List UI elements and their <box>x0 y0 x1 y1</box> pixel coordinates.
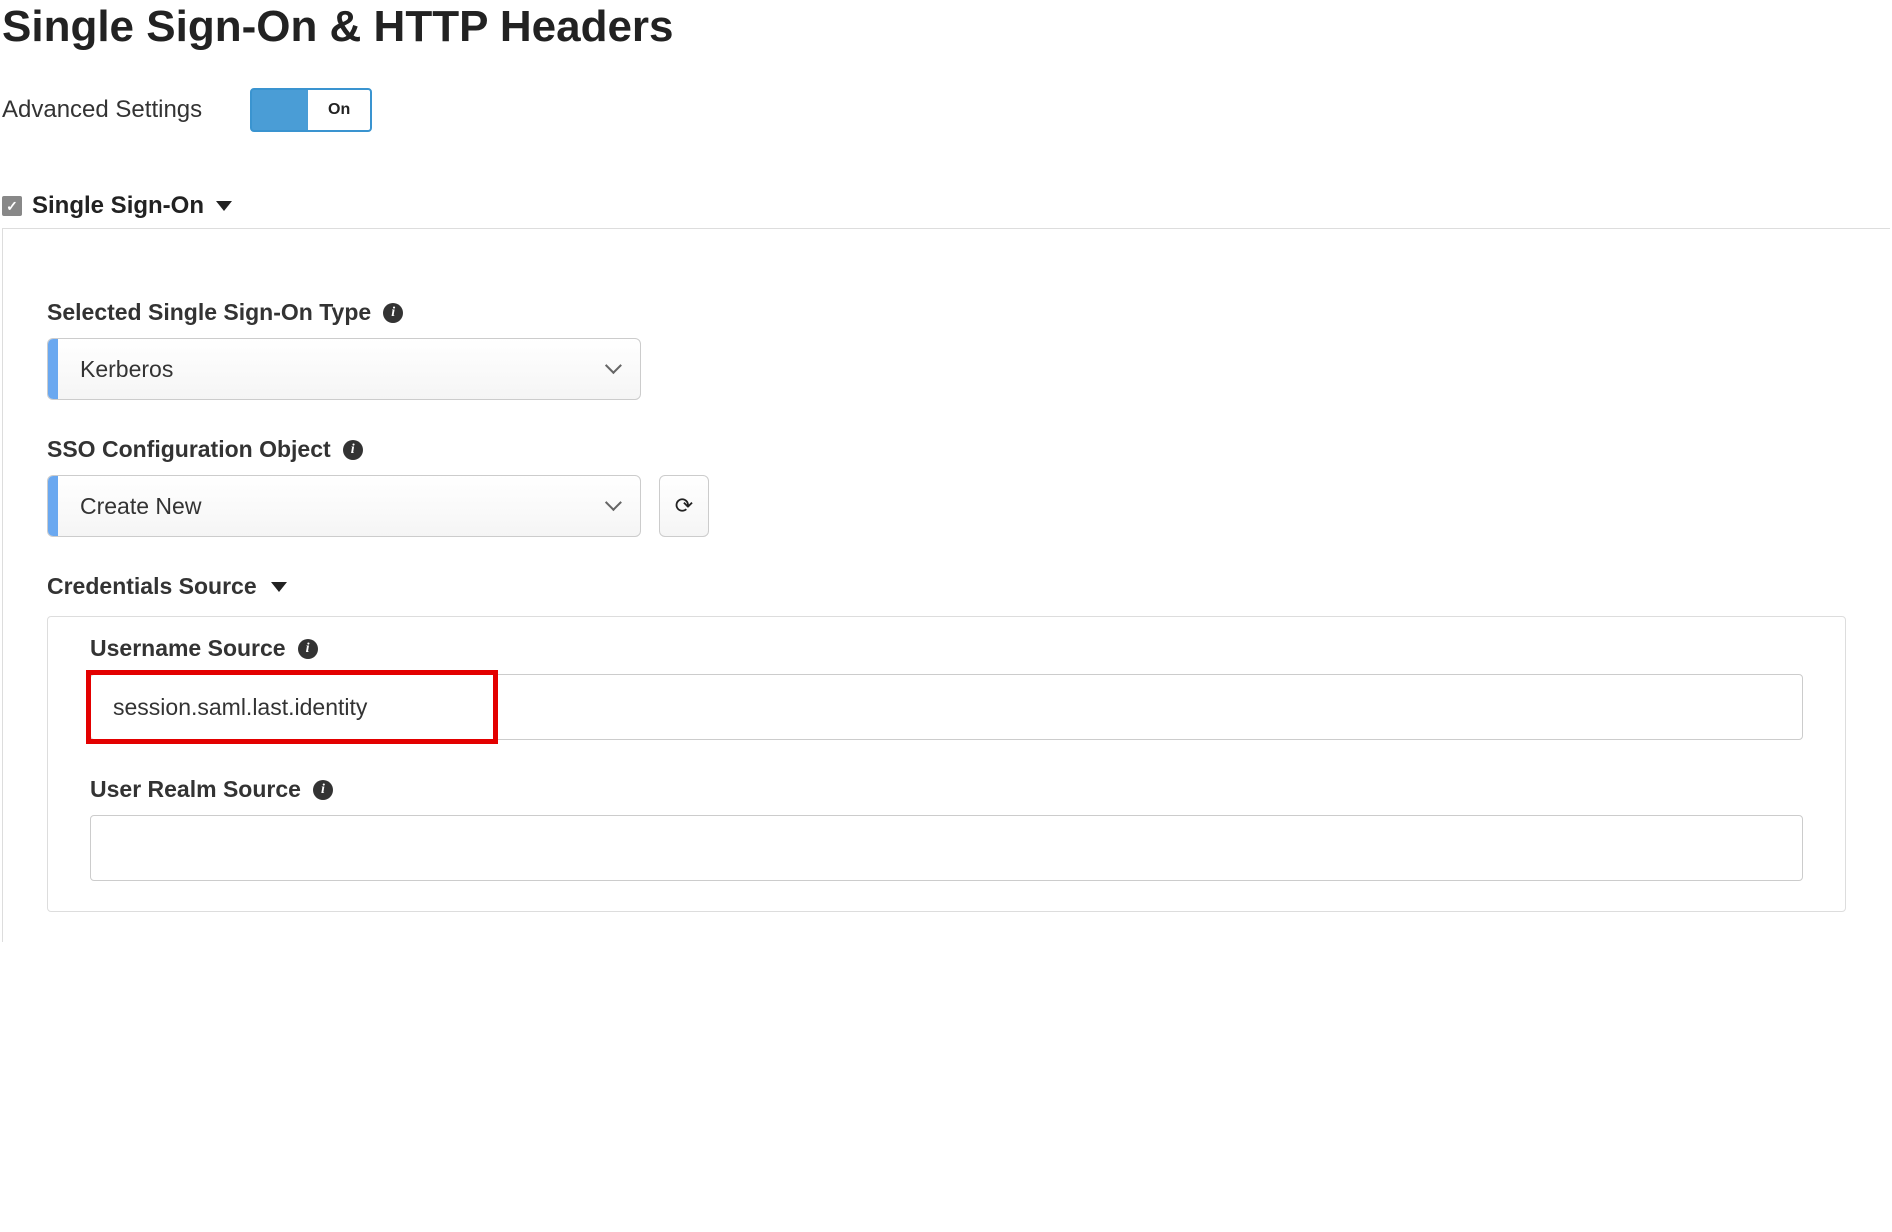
sso-checkbox-icon[interactable]: ✓ <box>2 196 22 216</box>
chevron-down-icon <box>584 360 640 378</box>
caret-down-icon <box>271 582 287 592</box>
advanced-settings-label: Advanced Settings <box>2 96 202 124</box>
user-realm-source-label: User Realm Source <box>90 776 301 803</box>
chevron-down-icon <box>584 497 640 515</box>
username-source-input[interactable] <box>90 674 1803 740</box>
info-icon[interactable]: i <box>383 303 403 323</box>
username-source-field: Username Source i <box>90 635 1803 740</box>
sso-panel: Selected Single Sign-On Type i Kerberos … <box>2 228 1890 942</box>
sso-section-header[interactable]: ✓ Single Sign-On <box>2 192 1890 220</box>
credentials-source-panel: Username Source i User Realm Source i <box>47 616 1846 912</box>
sso-type-select[interactable]: Kerberos <box>47 338 641 400</box>
username-source-label: Username Source <box>90 635 286 662</box>
user-realm-source-input[interactable] <box>90 815 1803 881</box>
sso-config-value: Create New <box>58 493 584 520</box>
advanced-settings-toggle[interactable]: On <box>250 88 372 132</box>
sso-config-field: SSO Configuration Object i Create New ⟳ <box>47 436 1846 537</box>
toggle-state-label: On <box>308 90 370 130</box>
info-icon[interactable]: i <box>313 780 333 800</box>
advanced-settings-row: Advanced Settings On <box>2 88 1890 132</box>
info-icon[interactable]: i <box>343 440 363 460</box>
credentials-source-header[interactable]: Credentials Source <box>47 573 1846 600</box>
user-realm-source-field: User Realm Source i <box>90 776 1803 881</box>
refresh-button[interactable]: ⟳ <box>659 475 709 537</box>
sso-section-title: Single Sign-On <box>32 192 204 220</box>
sso-type-label: Selected Single Sign-On Type <box>47 299 371 326</box>
caret-down-icon <box>216 201 232 211</box>
sso-type-value: Kerberos <box>58 356 584 383</box>
sso-type-field: Selected Single Sign-On Type i Kerberos <box>47 299 1846 400</box>
sso-config-select[interactable]: Create New <box>47 475 641 537</box>
credentials-source-title: Credentials Source <box>47 573 257 600</box>
refresh-icon: ⟳ <box>675 493 693 519</box>
info-icon[interactable]: i <box>298 639 318 659</box>
sso-config-label: SSO Configuration Object <box>47 436 331 463</box>
page-title: Single Sign-On & HTTP Headers <box>2 2 1890 52</box>
